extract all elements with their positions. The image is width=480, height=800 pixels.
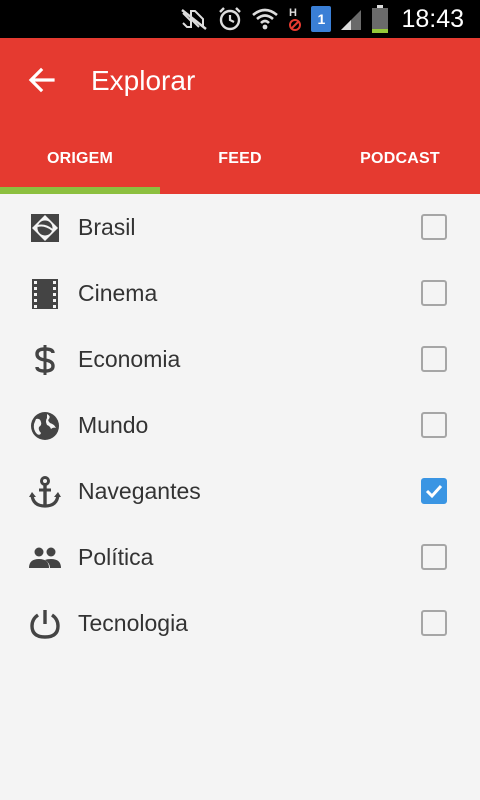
- dollar-icon: [28, 343, 62, 377]
- list-item-economia[interactable]: Economia: [0, 326, 480, 392]
- signal-icon: [341, 10, 362, 30]
- tab-podcast[interactable]: PODCAST: [320, 134, 480, 184]
- sim-label: 1: [317, 11, 326, 27]
- no-signal-h-icon: H: [289, 7, 302, 31]
- arrow-back-icon: [28, 67, 55, 93]
- list-item-label: Tecnologia: [78, 609, 188, 636]
- checkbox-mundo[interactable]: [421, 412, 447, 438]
- alarm-icon: [219, 7, 242, 31]
- check-icon: [425, 484, 443, 499]
- page-title: Explorar: [91, 65, 196, 96]
- tab-indicator: [0, 187, 160, 194]
- checkbox-cinema[interactable]: [421, 280, 447, 306]
- app-bar: Explorar ORIGEM FEED PODCAST: [0, 38, 480, 194]
- list-item-label: Brasil: [78, 213, 136, 240]
- checkbox-brasil[interactable]: [421, 214, 447, 240]
- clock: 18:43: [401, 4, 464, 33]
- list-item-label: Navegantes: [78, 477, 201, 504]
- sim-1-icon: 1: [311, 6, 332, 32]
- tab-feed[interactable]: FEED: [160, 134, 320, 184]
- people-icon: [28, 541, 62, 575]
- wifi-icon: [252, 8, 279, 30]
- anchor-icon: [28, 475, 62, 509]
- power-icon: [28, 607, 62, 641]
- globe-icon: [28, 409, 62, 443]
- list-item-cinema[interactable]: Cinema: [0, 260, 480, 326]
- category-list: Brasil Cinema Economia Mundo Navegantes …: [0, 194, 480, 656]
- status-icons: H 1 18:43: [179, 0, 464, 38]
- checkbox-navegantes[interactable]: [421, 478, 447, 504]
- list-item-mundo[interactable]: Mundo: [0, 392, 480, 458]
- list-item-navegantes[interactable]: Navegantes: [0, 458, 480, 524]
- list-item-tecnologia[interactable]: Tecnologia: [0, 590, 480, 656]
- brasil-flag-icon: [28, 211, 62, 245]
- list-item-label: Economia: [78, 345, 181, 372]
- svg-text:H: H: [289, 7, 297, 19]
- back-button[interactable]: [22, 60, 62, 100]
- tab-bar: ORIGEM FEED PODCAST: [0, 134, 480, 194]
- list-item-politica[interactable]: Política: [0, 524, 480, 590]
- status-bar: H 1 18:43: [0, 0, 480, 38]
- list-item-label: Cinema: [78, 279, 158, 306]
- list-item-label: Mundo: [78, 411, 149, 438]
- film-icon: [28, 277, 62, 311]
- checkbox-economia[interactable]: [421, 346, 447, 372]
- checkbox-politica[interactable]: [421, 544, 447, 570]
- battery-icon: [372, 5, 389, 33]
- list-item-brasil[interactable]: Brasil: [0, 194, 480, 260]
- tab-origem[interactable]: ORIGEM: [0, 134, 160, 184]
- mute-icon: [181, 9, 208, 30]
- list-item-label: Política: [78, 543, 154, 570]
- checkbox-tecnologia[interactable]: [421, 610, 447, 636]
